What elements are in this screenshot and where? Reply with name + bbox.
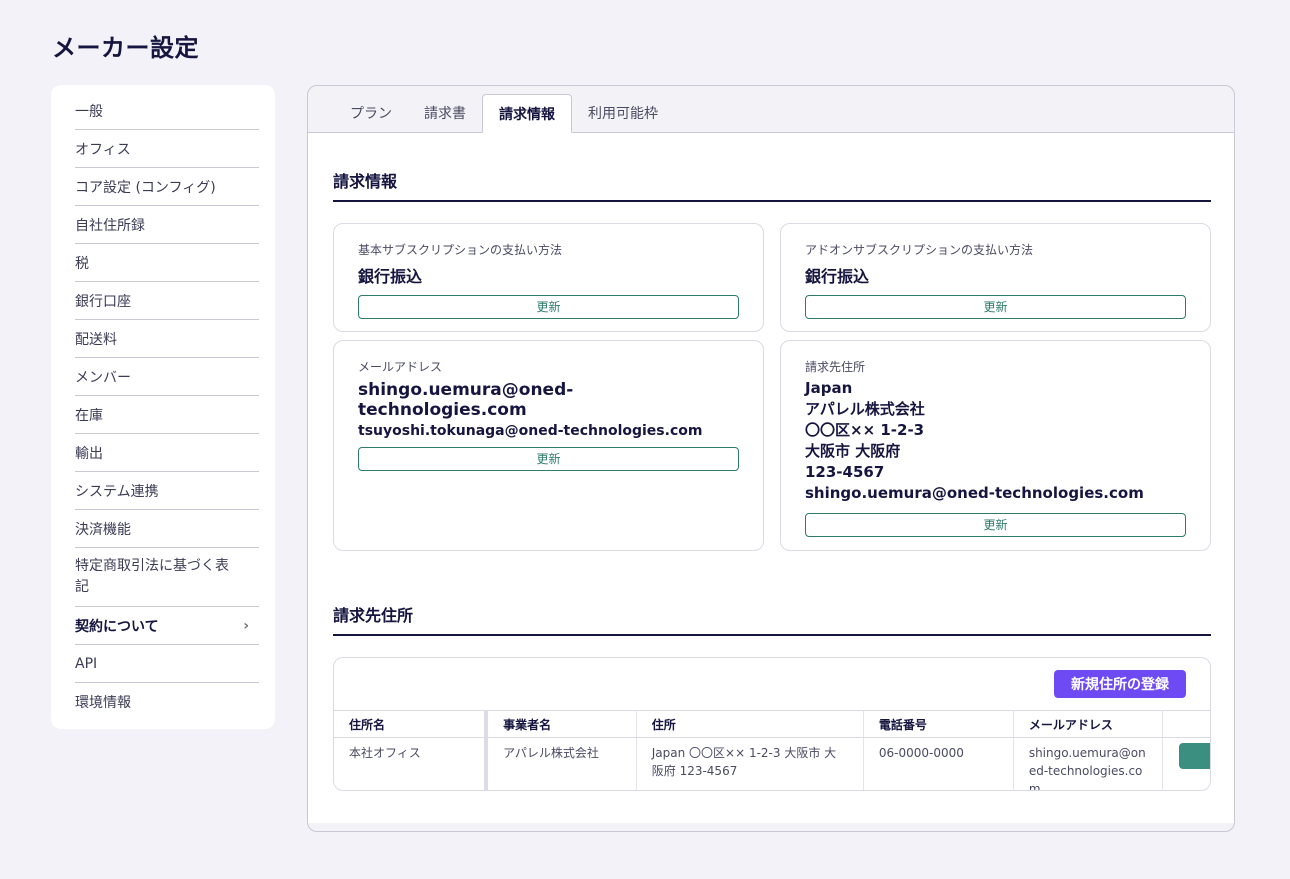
row-action-button[interactable] [1179, 743, 1210, 769]
sidebar-item-office[interactable]: オフィス [75, 130, 259, 168]
sidebar-item-label: 契約について [75, 618, 159, 635]
base-payment-value: 銀行振込 [358, 267, 423, 286]
chevron-right-icon: › [243, 617, 249, 634]
update-email-button[interactable]: 更新 [358, 447, 739, 471]
sidebar-item-environment[interactable]: 環境情報 [75, 683, 259, 721]
column-header-email[interactable]: メールアドレス [1013, 710, 1164, 738]
sidebar-item-label: メンバー [75, 369, 131, 386]
cell-email: shingo.uemura@oned-technologies.com [1013, 737, 1164, 790]
tab-available-quota[interactable]: 利用可能枠 [572, 94, 674, 132]
email-label: メールアドレス [358, 360, 443, 374]
sidebar-item-contract[interactable]: 契約について › [75, 607, 259, 645]
sidebar-item-general[interactable]: 一般 [75, 92, 259, 130]
sidebar-item-label: 環境情報 [75, 695, 131, 711]
tab-invoices[interactable]: 請求書 [408, 94, 482, 132]
tab-bar: プラン 請求書 請求情報 利用可能枠 [308, 86, 1234, 133]
sidebar-item-label: オフィス [75, 141, 131, 158]
cell-business: アパレル株式会社 [486, 737, 637, 790]
cell-phone: 06-0000-0000 [863, 737, 1014, 790]
billing-address-label: 請求先住所 [805, 360, 866, 374]
address-line: アパレル株式会社 [805, 400, 925, 418]
address-table: 住所名 事業者名 住所 電話番号 メールアドレス 本社オフィス アパレル株式会社… [334, 710, 1210, 791]
email-primary: shingo.uemura@oned-technologies.com [358, 380, 574, 420]
column-header-phone[interactable]: 電話番号 [863, 710, 1014, 738]
email-card: メールアドレス shingo.uemura@oned-technologies.… [333, 340, 764, 551]
new-address-button[interactable]: 新規住所の登録 [1054, 670, 1186, 698]
sidebar-item-inventory[interactable]: 在庫 [75, 396, 259, 434]
sidebar-item-tax[interactable]: 税 [75, 244, 259, 282]
sidebar-item-label: コア設定 (コンフィグ) [75, 179, 216, 196]
table-row[interactable]: 本社オフィス アパレル株式会社 Japan 〇〇区×× 1-2-3 大阪市 大阪… [334, 737, 1210, 791]
sidebar-item-label: API [75, 655, 98, 672]
address-line: shingo.uemura@oned-technologies.com [805, 484, 1144, 502]
billing-address-heading: 請求先住所 [333, 602, 1211, 636]
sidebar-item-label: 税 [75, 255, 89, 272]
sidebar-item-label: 自社住所録 [75, 217, 145, 234]
sidebar-item-label: 配送料 [75, 331, 117, 348]
tab-billing-info[interactable]: 請求情報 [482, 94, 572, 133]
address-line: Japan [805, 379, 853, 397]
sidebar-item-api[interactable]: API [75, 645, 259, 683]
billing-address-lines: Japan アパレル株式会社 〇〇区×× 1-2-3 大阪市 大阪府 123-4… [805, 378, 1186, 504]
base-payment-card: 基本サブスクリプションの支払い方法 銀行振込 更新 [333, 223, 764, 332]
sidebar-item-payments[interactable]: 決済機能 [75, 510, 259, 548]
column-header-actions [1162, 710, 1210, 738]
sidebar-item-members[interactable]: メンバー [75, 358, 259, 396]
tab-content: 請求情報 基本サブスクリプションの支払い方法 銀行振込 更新 アドオンサブスクリ… [308, 133, 1234, 823]
cell-name: 本社オフィス [334, 737, 489, 790]
cell-address: Japan 〇〇区×× 1-2-3 大阪市 大阪府 123-4567 [636, 737, 864, 790]
sidebar-item-legal-notice[interactable]: 特定商取引法に基づく表記 [75, 548, 259, 607]
email-secondary: tsuyoshi.tokunaga@oned-technologies.com [358, 423, 703, 439]
update-billing-address-button[interactable]: 更新 [805, 513, 1186, 537]
sidebar-item-label: 銀行口座 [75, 293, 131, 310]
addon-payment-card: アドオンサブスクリプションの支払い方法 銀行振込 更新 [780, 223, 1211, 332]
address-table-card: 新規住所の登録 住所名 事業者名 住所 電話番号 メールアドレス 本社オフィス [333, 657, 1211, 791]
billing-address-card: 請求先住所 Japan アパレル株式会社 〇〇区×× 1-2-3 大阪市 大阪府… [780, 340, 1211, 551]
sidebar-item-label: 決済機能 [75, 521, 131, 538]
sidebar-item-label: 一般 [75, 103, 103, 120]
address-line: 123-4567 [805, 463, 885, 481]
sidebar-item-integrations[interactable]: システム連携 [75, 472, 259, 510]
sidebar-item-bank-account[interactable]: 銀行口座 [75, 282, 259, 320]
sidebar-item-label: 特定商取引法に基づく表記 [75, 558, 229, 595]
sidebar-item-label: 輸出 [75, 445, 103, 462]
sidebar-item-core-config[interactable]: コア設定 (コンフィグ) [75, 168, 259, 206]
cell-actions [1163, 738, 1210, 791]
column-header-name[interactable]: 住所名 [334, 710, 489, 738]
sidebar-item-label: 在庫 [75, 407, 103, 424]
sidebar-item-label: システム連携 [75, 483, 159, 500]
settings-sidebar: 一般 オフィス コア設定 (コンフィグ) 自社住所録 税 銀行口座 配送料 メン… [51, 85, 275, 729]
update-base-payment-button[interactable]: 更新 [358, 295, 739, 319]
address-line: 大阪市 大阪府 [805, 442, 901, 460]
column-header-business[interactable]: 事業者名 [486, 710, 637, 738]
sidebar-item-shipping[interactable]: 配送料 [75, 320, 259, 358]
update-addon-payment-button[interactable]: 更新 [805, 295, 1186, 319]
sidebar-item-company-addresses[interactable]: 自社住所録 [75, 206, 259, 244]
addon-payment-label: アドオンサブスクリプションの支払い方法 [805, 243, 1034, 257]
tab-plan[interactable]: プラン [334, 94, 408, 132]
base-payment-label: 基本サブスクリプションの支払い方法 [358, 243, 563, 257]
page-title: メーカー設定 [52, 34, 199, 62]
sidebar-item-export[interactable]: 輸出 [75, 434, 259, 472]
contract-panel: プラン 請求書 請求情報 利用可能枠 請求情報 基本サブスクリプションの支払い方… [307, 85, 1235, 832]
addon-payment-value: 銀行振込 [805, 267, 870, 286]
column-header-address[interactable]: 住所 [636, 710, 864, 738]
address-line: 〇〇区×× 1-2-3 [805, 421, 925, 439]
billing-info-heading: 請求情報 [333, 168, 1211, 202]
table-header-row: 住所名 事業者名 住所 電話番号 メールアドレス [334, 710, 1210, 738]
